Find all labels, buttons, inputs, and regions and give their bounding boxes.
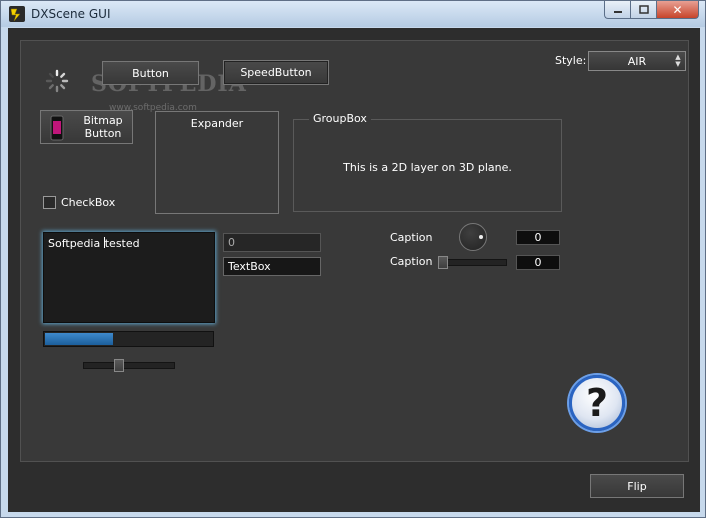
phone-icon: [50, 115, 64, 141]
speed-button[interactable]: SpeedButton: [223, 60, 329, 85]
style-select-value: AIR: [627, 54, 647, 68]
minimize-button[interactable]: [604, 1, 630, 19]
slider-value[interactable]: 0: [516, 255, 560, 270]
close-icon: ✕: [672, 2, 683, 17]
expander-title: Expander: [190, 117, 244, 130]
client-area: SOFTPEDIA www.softpedia.com Button Speed…: [8, 28, 700, 512]
numeric-field[interactable]: 0: [223, 233, 321, 252]
maximize-icon: [638, 4, 649, 14]
expander[interactable]: Expander: [155, 111, 279, 214]
slider-caption-label: Caption: [390, 255, 433, 268]
scene-panel: SOFTPEDIA www.softpedia.com Button Speed…: [20, 40, 689, 462]
slider-track[interactable]: [83, 359, 175, 372]
progress-bar-fill: [45, 333, 113, 345]
knob-caption-label: Caption: [390, 231, 433, 244]
groupbox: GroupBox This is a 2D layer on 3D plane.: [293, 112, 562, 212]
select-arrows-icon: ▲ ▼: [675, 53, 681, 68]
maximize-button[interactable]: [630, 1, 656, 19]
checkbox[interactable]: [43, 196, 56, 209]
caption-slider-track[interactable]: [438, 256, 507, 269]
checkbox-label[interactable]: CheckBox: [61, 196, 115, 209]
style-select[interactable]: AIR ▲ ▼: [588, 51, 686, 71]
style-label: Style:: [555, 54, 587, 67]
memo-text-after-caret: tested: [104, 237, 140, 250]
window-controls: ✕: [604, 1, 699, 19]
busy-spinner-icon: [45, 69, 69, 93]
groupbox-text: This is a 2D layer on 3D plane.: [343, 161, 512, 174]
slider-thumb[interactable]: [114, 359, 124, 372]
memo-text-before-caret: Softpedia: [48, 237, 104, 250]
bitmap-button[interactable]: Bitmap Button: [40, 110, 133, 144]
app-icon: [9, 6, 25, 22]
textbox[interactable]: TextBox: [223, 257, 321, 276]
title-bar[interactable]: DXScene GUI ✕: [1, 1, 705, 27]
knob-value[interactable]: 0: [516, 230, 560, 245]
bitmap-button-label: Bitmap Button: [83, 114, 123, 140]
angle-knob[interactable]: [459, 223, 487, 251]
app-window: DXScene GUI ✕ www.softpedia.com Button S…: [0, 0, 706, 518]
close-button[interactable]: ✕: [656, 1, 699, 19]
caption-slider-thumb[interactable]: [438, 256, 448, 269]
help-icon[interactable]: ?: [569, 375, 625, 431]
minimize-icon: [613, 10, 622, 13]
groupbox-title: GroupBox: [309, 112, 371, 125]
flip-button[interactable]: Flip: [590, 474, 684, 498]
button[interactable]: Button: [102, 61, 199, 85]
window-title: DXScene GUI: [31, 7, 111, 21]
progress-bar: [43, 331, 214, 347]
memo-textarea[interactable]: Softpedia tested: [43, 232, 215, 323]
knob-indicator: [479, 235, 483, 239]
